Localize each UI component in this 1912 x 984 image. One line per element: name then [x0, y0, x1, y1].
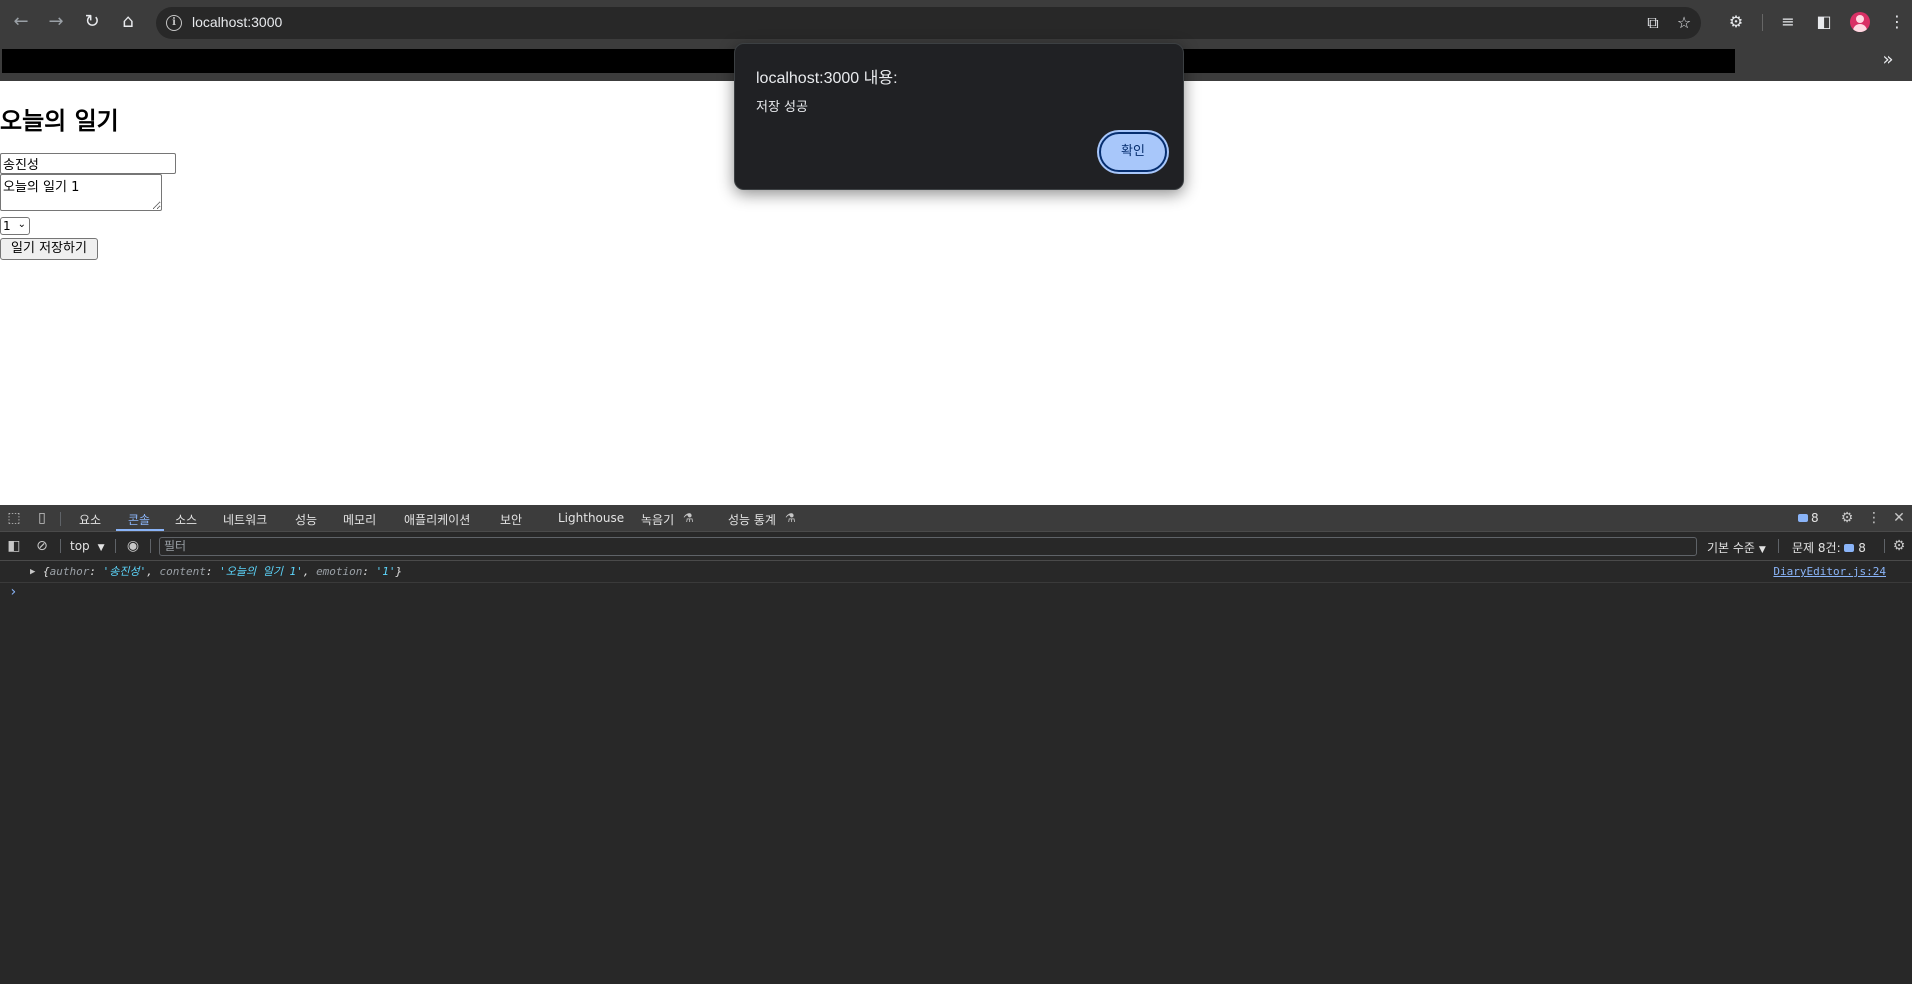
devtools-panel: ⬚ ▯ 요소 콘솔 소스 네트워크 성능 메모리 애플리케이션 보안 Light…	[0, 505, 1912, 984]
extensions-icon[interactable]: ⚙	[1725, 11, 1747, 33]
close-icon[interactable]: ✕	[1890, 509, 1908, 527]
tab-elements[interactable]: 요소	[79, 511, 101, 528]
message-icon	[1798, 514, 1808, 522]
inspect-element-icon[interactable]: ⬚	[5, 509, 23, 527]
context-selector[interactable]: top ▼	[70, 539, 105, 553]
tab-application[interactable]: 애플리케이션	[404, 511, 470, 528]
tab-network[interactable]: 네트워크	[223, 511, 267, 528]
page-title: 오늘의 일기	[0, 107, 119, 135]
log-source-link[interactable]: DiaryEditor.js:24	[1773, 561, 1886, 583]
tab-recorder[interactable]: 녹음기	[641, 511, 674, 528]
address-bar[interactable]: i localhost:3000 ⧉ ☆	[156, 7, 1701, 39]
toolbar-divider	[60, 539, 61, 553]
messages-count: 8	[1811, 511, 1819, 525]
dialog-message: 저장 성공	[756, 100, 808, 115]
star-icon[interactable]: ☆	[1674, 13, 1694, 33]
flask-icon: ⚗	[683, 511, 694, 525]
log-value: '1'	[375, 565, 396, 578]
eye-icon[interactable]: ◉	[124, 537, 142, 555]
dialog-title: localhost:3000 내용:	[756, 70, 898, 87]
kebab-menu-icon[interactable]: ⋮	[1886, 11, 1908, 33]
tab-memory[interactable]: 메모리	[343, 511, 376, 528]
toolbar-divider	[150, 539, 151, 553]
dialog-ok-button[interactable]: 확인	[1099, 132, 1167, 172]
console-toolbar: ◧ ⊘ top ▼ ◉ 필터 기본 수준 ▼ 문제 8건: 8 ⚙	[0, 532, 1912, 561]
messages-badge[interactable]: 8	[1798, 511, 1819, 525]
author-input[interactable]: 송진성	[0, 153, 176, 174]
issues-label: 문제 8건:	[1792, 541, 1841, 555]
log-brace: }	[395, 565, 403, 578]
reload-icon[interactable]: ↻	[81, 11, 103, 33]
issues-button[interactable]: 문제 8건: 8	[1792, 539, 1866, 556]
info-icon[interactable]: i	[166, 15, 182, 31]
device-toolbar-icon[interactable]: ▯	[33, 509, 51, 527]
caret-down-icon: ▼	[1758, 545, 1766, 555]
log-key: author	[49, 565, 90, 578]
console-filter-input[interactable]: 필터	[159, 537, 1697, 556]
save-diary-button[interactable]: 일기 저장하기	[0, 238, 98, 260]
tab-performance[interactable]: 성능	[295, 511, 317, 528]
log-object: {author: '송진성', content: '오늘의 일기 1', emo…	[43, 565, 403, 578]
tab-lighthouse[interactable]: Lighthouse	[558, 511, 624, 525]
toolbar-divider	[1884, 539, 1885, 553]
emotion-select-value: 1	[3, 219, 11, 233]
tab-sources[interactable]: 소스	[175, 511, 197, 528]
url-text[interactable]: localhost:3000	[192, 14, 282, 30]
tab-divider	[60, 512, 61, 526]
bookmarks-more-icon[interactable]: »	[1878, 50, 1898, 70]
log-key: emotion	[316, 565, 363, 578]
console-prompt[interactable]: ›	[9, 584, 17, 600]
caret-down-icon: ▼	[97, 543, 105, 553]
install-app-icon[interactable]: ⧉	[1643, 13, 1663, 33]
toolbar-divider	[115, 539, 116, 553]
expand-triangle-icon[interactable]: ▶	[30, 561, 35, 583]
sidebar-toggle-icon[interactable]: ◧	[5, 537, 23, 555]
content-textarea[interactable]: 오늘의 일기 1	[0, 174, 162, 211]
message-icon	[1844, 544, 1855, 552]
console-output: ▶ {author: '송진성', content: '오늘의 일기 1', e…	[0, 561, 1912, 984]
log-level-value: 기본 수준	[1707, 541, 1755, 555]
tab-security[interactable]: 보안	[500, 511, 522, 528]
forward-arrow-icon[interactable]: →	[45, 11, 67, 33]
back-arrow-icon[interactable]: ←	[10, 11, 32, 33]
flask-icon: ⚗	[785, 511, 796, 525]
tab-console[interactable]: 콘솔	[128, 511, 150, 528]
log-value: '송진성'	[102, 565, 147, 578]
devtools-tabbar: ⬚ ▯ 요소 콘솔 소스 네트워크 성능 메모리 애플리케이션 보안 Light…	[0, 505, 1912, 532]
log-level-dropdown[interactable]: 기본 수준 ▼	[1707, 539, 1766, 556]
log-brace: {	[43, 565, 50, 578]
tab-performance-insights[interactable]: 성능 통계	[728, 511, 776, 528]
settings-gear-icon[interactable]: ⚙	[1838, 509, 1856, 527]
reading-list-icon[interactable]: ≡	[1777, 11, 1799, 33]
log-key: content	[159, 565, 206, 578]
toolbar-divider	[1778, 539, 1779, 553]
issues-count: 8	[1858, 541, 1866, 555]
side-panel-icon[interactable]: ◧	[1813, 11, 1835, 33]
active-tab-indicator	[116, 529, 164, 531]
chevron-down-icon: ⌄	[17, 219, 26, 230]
log-value: '오늘의 일기 1'	[219, 565, 303, 578]
profile-avatar[interactable]	[1850, 12, 1870, 32]
browser-toolbar: ← → ↻ ⌂ i localhost:3000 ⧉ ☆ ⚙ ≡ ◧ ⋮	[0, 0, 1912, 45]
clear-console-icon[interactable]: ⊘	[33, 537, 51, 555]
home-icon[interactable]: ⌂	[117, 11, 139, 33]
alert-dialog: localhost:3000 내용: 저장 성공 확인	[734, 43, 1184, 190]
context-value: top	[70, 539, 90, 553]
console-settings-gear-icon[interactable]: ⚙	[1890, 537, 1908, 555]
emotion-select[interactable]: 1 ⌄	[0, 217, 30, 235]
devtools-menu-icon[interactable]: ⋮	[1865, 509, 1883, 527]
console-log-row[interactable]: ▶ {author: '송진성', content: '오늘의 일기 1', e…	[0, 561, 1912, 583]
toolbar-divider	[1762, 14, 1763, 31]
